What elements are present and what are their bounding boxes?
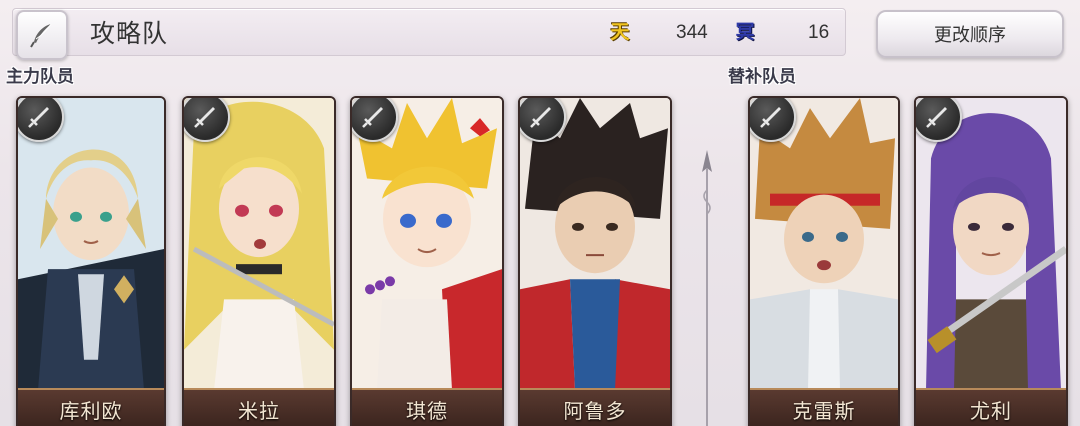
- heaven-icon: 天: [610, 21, 630, 43]
- hell-icon: 冥: [735, 21, 755, 43]
- member-card[interactable]: 库利欧: [16, 96, 166, 426]
- member-name: 阿鲁多: [520, 388, 670, 426]
- hell-value: 16: [808, 22, 830, 43]
- member-card[interactable]: 阿鲁多: [518, 96, 672, 426]
- member-card[interactable]: 尤利: [914, 96, 1068, 426]
- member-name: 克雷斯: [750, 388, 898, 426]
- reorder-button[interactable]: 更改顺序: [876, 10, 1064, 58]
- reserve-members-label: 替补队员: [728, 67, 796, 87]
- member-card[interactable]: 米拉: [182, 96, 336, 426]
- rename-team-button[interactable]: [16, 10, 68, 60]
- heaven-value: 344: [676, 22, 708, 43]
- member-card[interactable]: 克雷斯: [748, 96, 900, 426]
- group-divider: [697, 150, 717, 426]
- member-name: 琪德: [352, 388, 502, 426]
- main-members-label: 主力队员: [6, 67, 74, 87]
- member-name: 米拉: [184, 388, 334, 426]
- team-name: 攻略队: [90, 19, 169, 48]
- quill-icon: [30, 23, 52, 48]
- member-name: 尤利: [916, 388, 1066, 426]
- member-name: 库利欧: [18, 388, 164, 426]
- member-card[interactable]: 琪德: [350, 96, 504, 426]
